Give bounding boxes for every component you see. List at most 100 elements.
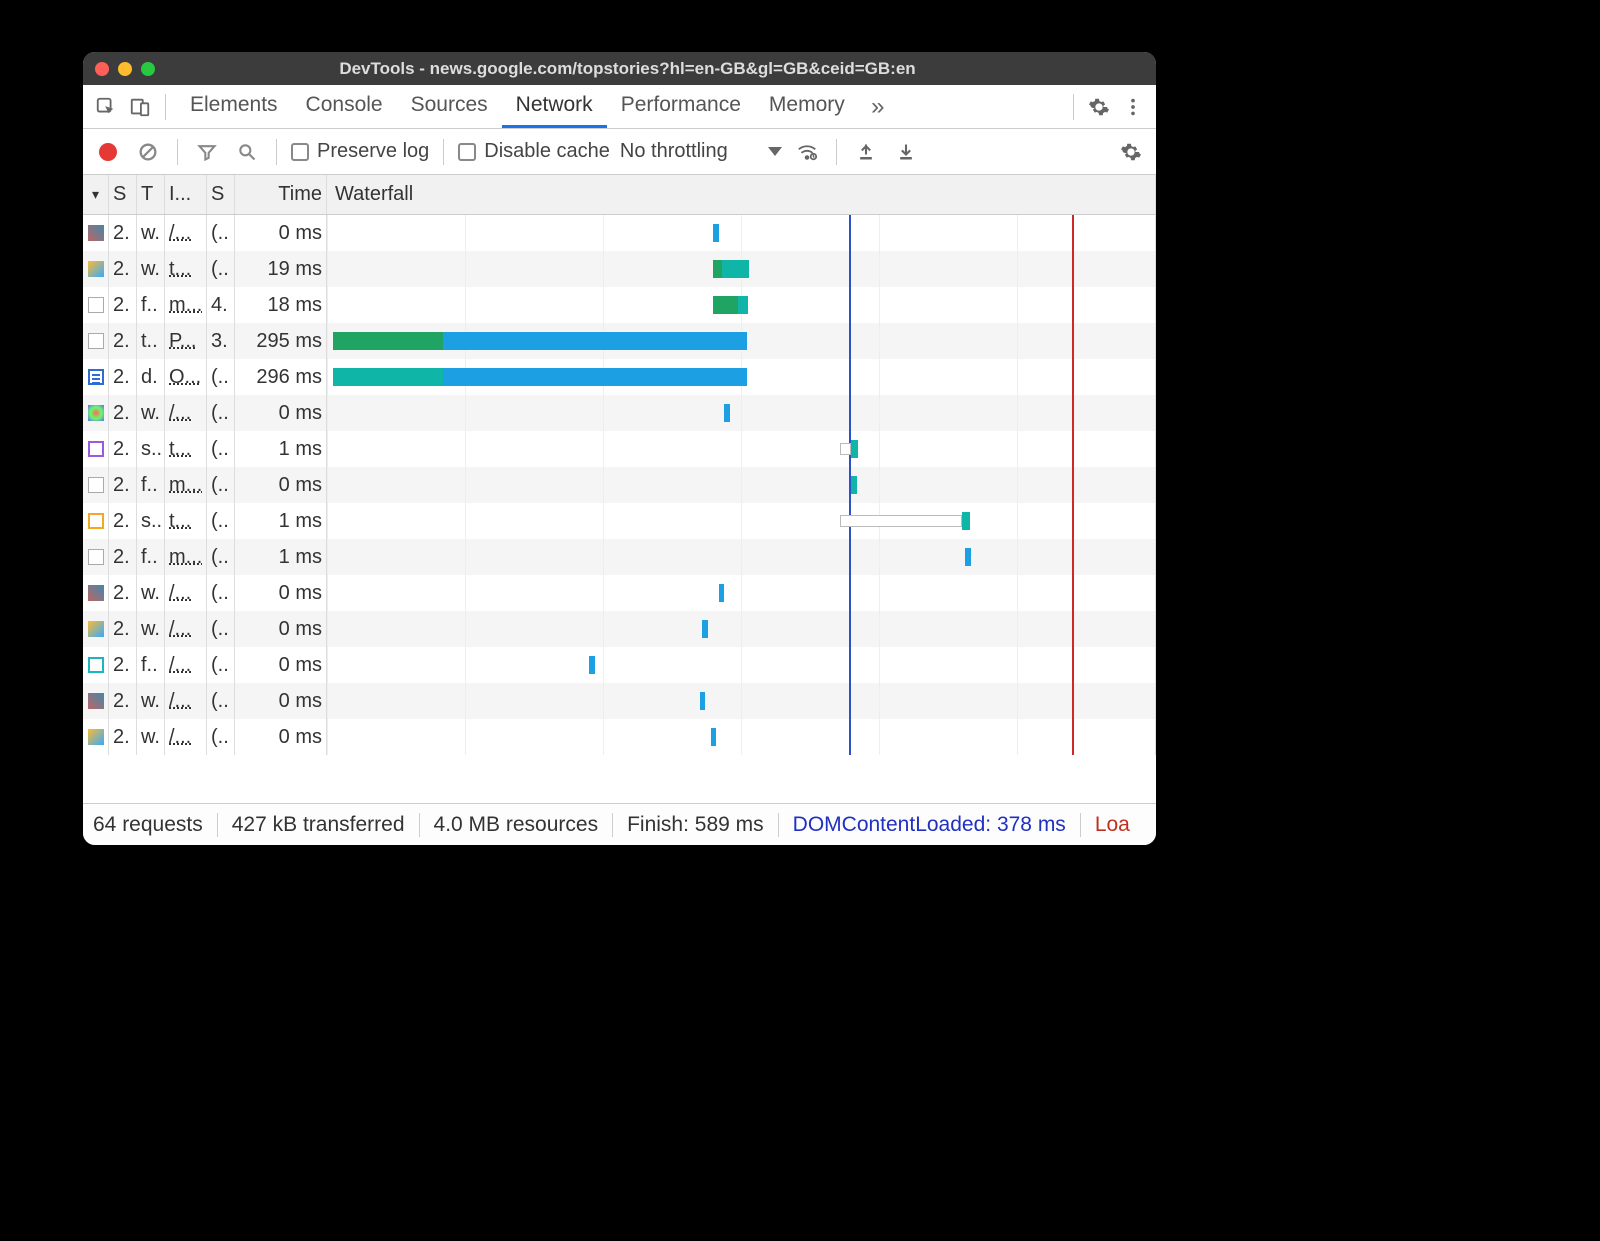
- cell-initiator[interactable]: m...: [165, 539, 207, 575]
- cell-type: w.: [137, 215, 165, 251]
- timing-bar: [711, 728, 717, 746]
- network-row[interactable]: 2.s..t...(..1 ms: [83, 431, 1156, 467]
- export-har-icon[interactable]: [891, 137, 921, 167]
- cell-type: t..: [137, 323, 165, 359]
- network-row[interactable]: 2.w./...(..0 ms: [83, 215, 1156, 251]
- cell-time: 0 ms: [235, 395, 327, 431]
- domcontentloaded-marker: [849, 683, 851, 719]
- more-tabs-button[interactable]: »: [863, 92, 893, 122]
- cell-waterfall: [327, 359, 1156, 395]
- col-initiator-header[interactable]: I...: [165, 175, 207, 214]
- cell-initiator[interactable]: /...: [165, 719, 207, 755]
- import-har-icon[interactable]: [851, 137, 881, 167]
- cell-status: 2.: [109, 467, 137, 503]
- cell-waterfall: [327, 719, 1156, 755]
- file-type-icon: [88, 297, 104, 313]
- tab-sources[interactable]: Sources: [397, 85, 502, 128]
- load-marker: [1072, 575, 1074, 611]
- cell-initiator[interactable]: O...: [165, 359, 207, 395]
- cell-initiator[interactable]: m...: [165, 467, 207, 503]
- tab-memory[interactable]: Memory: [755, 85, 859, 128]
- col-type-header[interactable]: T: [137, 175, 165, 214]
- timing-bar: [702, 620, 708, 638]
- cell-size: (..: [207, 683, 235, 719]
- cell-initiator[interactable]: /...: [165, 611, 207, 647]
- file-type-icon: [88, 441, 104, 457]
- network-row[interactable]: 2.w./...(..0 ms: [83, 611, 1156, 647]
- cell-initiator[interactable]: P...: [165, 323, 207, 359]
- cell-status: 2.: [109, 503, 137, 539]
- disable-cache-checkbox[interactable]: Disable cache: [458, 140, 610, 163]
- cell-waterfall: [327, 467, 1156, 503]
- throttling-select[interactable]: No throttling: [620, 140, 782, 163]
- col-name-header[interactable]: ▾: [83, 175, 109, 214]
- network-row[interactable]: 2.f..m...4.18 ms: [83, 287, 1156, 323]
- cell-initiator[interactable]: /...: [165, 395, 207, 431]
- col-time-header[interactable]: Time: [235, 175, 327, 214]
- cell-status: 2.: [109, 359, 137, 395]
- network-row[interactable]: 2.d.O...(..296 ms: [83, 359, 1156, 395]
- record-button[interactable]: [93, 137, 123, 167]
- clear-icon[interactable]: [133, 137, 163, 167]
- tab-performance[interactable]: Performance: [607, 85, 755, 128]
- network-settings-gear-icon[interactable]: [1116, 137, 1146, 167]
- device-toggle-icon[interactable]: [125, 92, 155, 122]
- cell-time: 295 ms: [235, 323, 327, 359]
- timing-bar: [713, 224, 719, 242]
- kebab-menu-icon[interactable]: [1118, 92, 1148, 122]
- load-marker: [1072, 539, 1074, 575]
- cell-initiator[interactable]: /...: [165, 647, 207, 683]
- cell-waterfall: [327, 575, 1156, 611]
- network-row[interactable]: 2.f..m...(..0 ms: [83, 467, 1156, 503]
- network-rows[interactable]: 2.w./...(..0 ms2.w.t...(..19 ms2.f..m...…: [83, 215, 1156, 803]
- timing-bar: [333, 368, 443, 386]
- network-toolbar: Preserve log Disable cache No throttling: [83, 129, 1156, 175]
- network-row[interactable]: 2.w./...(..0 ms: [83, 575, 1156, 611]
- gear-icon[interactable]: [1084, 92, 1114, 122]
- network-conditions-icon[interactable]: [792, 137, 822, 167]
- separator: [1073, 94, 1074, 120]
- cell-status: 2.: [109, 287, 137, 323]
- cell-initiator[interactable]: /...: [165, 215, 207, 251]
- cell-initiator[interactable]: t...: [165, 431, 207, 467]
- network-row[interactable]: 2.w.t...(..19 ms: [83, 251, 1156, 287]
- search-icon[interactable]: [232, 137, 262, 167]
- cell-status: 2.: [109, 215, 137, 251]
- cell-type: w.: [137, 575, 165, 611]
- cell-status: 2.: [109, 431, 137, 467]
- file-type-icon: [88, 693, 104, 709]
- preserve-log-checkbox[interactable]: Preserve log: [291, 140, 429, 163]
- tab-console[interactable]: Console: [292, 85, 397, 128]
- timing-bar: [840, 443, 851, 455]
- filter-icon[interactable]: [192, 137, 222, 167]
- col-waterfall-header[interactable]: Waterfall: [327, 175, 1156, 214]
- network-row[interactable]: 2.f../...(..0 ms: [83, 647, 1156, 683]
- network-row[interactable]: 2.s..t...(..1 ms: [83, 503, 1156, 539]
- file-type-icon: [88, 261, 104, 277]
- col-status-header[interactable]: S: [109, 175, 137, 214]
- cell-initiator[interactable]: /...: [165, 683, 207, 719]
- cell-initiator[interactable]: t...: [165, 251, 207, 287]
- inspect-icon[interactable]: [91, 92, 121, 122]
- cell-waterfall: [327, 251, 1156, 287]
- network-row[interactable]: 2.f..m...(..1 ms: [83, 539, 1156, 575]
- file-type-icon: [88, 621, 104, 637]
- network-row[interactable]: 2.t..P...3.295 ms: [83, 323, 1156, 359]
- cell-initiator[interactable]: m...: [165, 287, 207, 323]
- cell-initiator[interactable]: /...: [165, 575, 207, 611]
- tab-network[interactable]: Network: [502, 85, 607, 128]
- load-marker: [1072, 719, 1074, 755]
- tab-elements[interactable]: Elements: [176, 85, 292, 128]
- load-marker: [1072, 323, 1074, 359]
- table-header: ▾ S T I... S Time Waterfall: [83, 175, 1156, 215]
- cell-time: 18 ms: [235, 287, 327, 323]
- network-row[interactable]: 2.w./...(..0 ms: [83, 719, 1156, 755]
- domcontentloaded-marker: [849, 287, 851, 323]
- cell-waterfall: [327, 431, 1156, 467]
- cell-initiator[interactable]: t...: [165, 503, 207, 539]
- close-window-button[interactable]: [95, 62, 109, 76]
- cell-waterfall: [327, 611, 1156, 647]
- network-row[interactable]: 2.w./...(..0 ms: [83, 683, 1156, 719]
- col-size-header[interactable]: S: [207, 175, 235, 214]
- network-row[interactable]: 2.w./...(..0 ms: [83, 395, 1156, 431]
